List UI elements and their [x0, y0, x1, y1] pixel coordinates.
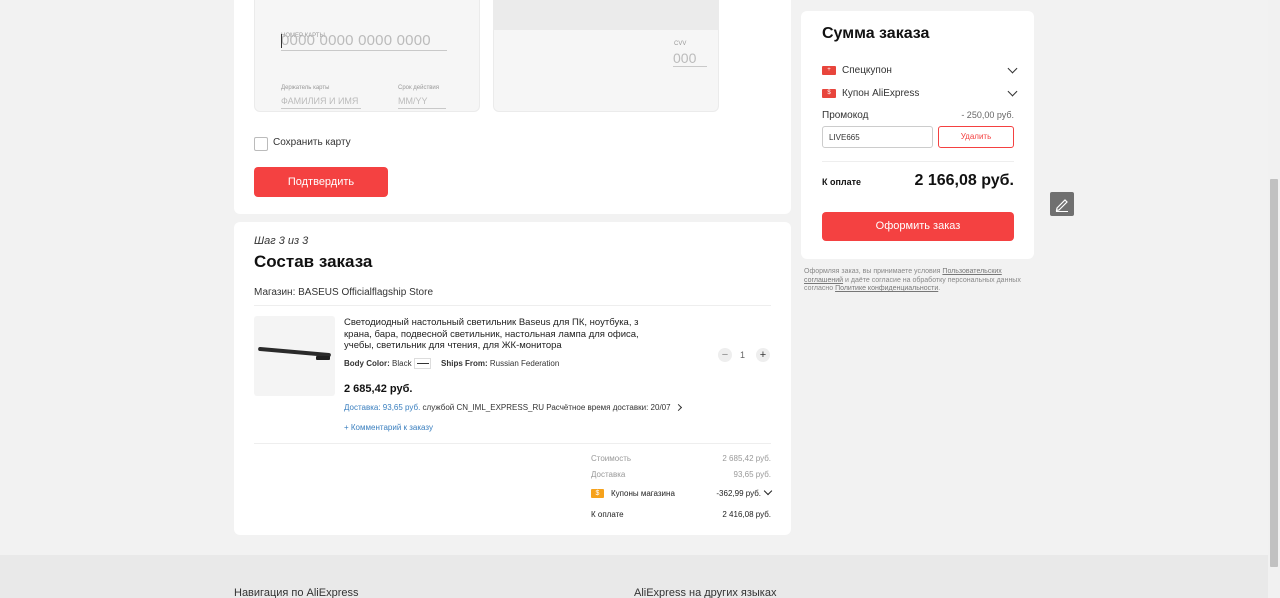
chevron-down-icon[interactable]	[1007, 63, 1018, 74]
summary-title: Сумма заказа	[822, 25, 930, 42]
payment-panel: НОМЕР КАРТЫ 0000 0000 0000 0000 Держател…	[234, 0, 791, 214]
cost-label: Стоимость	[591, 454, 632, 463]
card-holder-label: Держатель карты	[281, 85, 330, 91]
quantity-value: 1	[740, 350, 746, 360]
legal-notice: Оформляя заказ, вы принимаете условия По…	[804, 268, 1036, 294]
store-name[interactable]: Магазин: BASEUS Officialflagship Store	[254, 287, 433, 298]
delivery-time[interactable]: Расчётное время доставки: 20/07	[546, 403, 670, 412]
delivery-service: службой CN_IML_EXPRESS_RU	[422, 403, 545, 412]
order-title: Состав заказа	[254, 252, 373, 271]
delivery-label: Доставка	[591, 470, 626, 479]
place-order-button[interactable]: Оформить заказ	[822, 212, 1014, 241]
card-front: НОМЕР КАРТЫ 0000 0000 0000 0000 Держател…	[254, 0, 480, 112]
card-number-input[interactable]: 0000 0000 0000 0000	[281, 32, 447, 51]
product-image[interactable]	[254, 316, 335, 396]
order-pay-value: 2 416,08 руб.	[722, 510, 771, 519]
add-comment-link[interactable]: + Комментарий к заказу	[344, 423, 433, 432]
quantity-decrease-button[interactable]: −	[718, 348, 732, 362]
delivery-value: 93,65 руб.	[733, 470, 772, 479]
confirm-button[interactable]: Подтвердить	[254, 167, 388, 197]
text-cursor	[281, 34, 282, 48]
footer-lang-title: AliExpress на других языках	[634, 587, 777, 598]
special-coupon-label[interactable]: Спецкупон	[842, 65, 892, 76]
summary-panel: Сумма заказа + Спецкупон $ Купон AliExpr…	[801, 11, 1034, 259]
order-pay-label: К оплате	[591, 510, 624, 519]
cost-value: 2 685,42 руб.	[722, 454, 771, 463]
delivery-link[interactable]: Доставка: 93,65 руб.	[344, 403, 420, 412]
promo-label: Промокод	[822, 110, 869, 121]
store-coupons-value: -362,99 руб.	[716, 489, 761, 498]
total-label: К оплате	[822, 177, 862, 187]
divider	[822, 161, 1014, 162]
footer: Навигация по AliExpress AliExpress на др…	[0, 555, 1268, 598]
color-swatch	[414, 358, 431, 369]
step-indicator: Шаг 3 из 3	[254, 235, 309, 247]
expiry-label: Срок действия	[398, 85, 440, 91]
ships-value: Russian Federation	[489, 359, 560, 368]
chevron-down-icon[interactable]	[1007, 86, 1018, 97]
edit-icon[interactable]	[1050, 192, 1074, 216]
product-color: Body Color: Black	[344, 359, 412, 368]
color-value: Black	[392, 359, 412, 368]
footer-nav-title: Навигация по AliExpress	[234, 587, 359, 598]
divider	[254, 443, 771, 444]
aliexpress-coupon-label[interactable]: Купон AliExpress	[842, 88, 919, 99]
cvv-label: CVV	[674, 41, 687, 47]
store-coupons-label: Купоны магазина	[611, 489, 675, 498]
legal-text: .	[938, 285, 941, 293]
legal-text: Оформляя заказ, вы принимаете условия	[804, 268, 941, 275]
promo-discount: - 250,00 руб.	[961, 110, 1014, 120]
ships-label: Ships From:	[441, 359, 488, 368]
cvv-input[interactable]: 000	[673, 50, 707, 67]
save-card-label[interactable]: Сохранить карту	[273, 137, 351, 148]
special-coupon-icon: +	[822, 66, 836, 75]
privacy-policy-link[interactable]: Политике конфиденциальности	[835, 285, 938, 292]
color-label: Body Color:	[344, 359, 390, 368]
store-coupon-icon: $	[591, 489, 604, 498]
delete-promo-button[interactable]: Удалить	[938, 126, 1014, 148]
card-back: CVV 000	[493, 0, 719, 112]
promo-code-input[interactable]: LIVE665	[822, 126, 933, 148]
card-holder-input[interactable]: ФАМИЛИЯ И ИМЯ	[281, 96, 361, 109]
magnetic-stripe	[494, 0, 718, 30]
chevron-right-icon[interactable]	[674, 403, 682, 412]
coupons-chevron-icon[interactable]	[763, 486, 773, 496]
delivery-info: Доставка: 93,65 руб. службой CN_IML_EXPR…	[344, 403, 682, 412]
product-title[interactable]: Светодиодный настольный светильник Baseu…	[344, 317, 654, 352]
divider	[254, 305, 771, 306]
lamp-head-shape	[316, 356, 330, 360]
aliexpress-coupon-icon: $	[822, 89, 836, 98]
order-panel: Шаг 3 из 3 Состав заказа Магазин: BASEUS…	[234, 222, 791, 535]
product-ships-from: Ships From: Russian Federation	[441, 359, 559, 368]
scrollbar-thumb[interactable]	[1270, 179, 1278, 567]
quantity-increase-button[interactable]: +	[756, 348, 770, 362]
product-price: 2 685,42 руб.	[344, 383, 413, 395]
save-card-checkbox[interactable]	[254, 137, 268, 151]
expiry-input[interactable]: ММ/YY	[398, 96, 446, 109]
total-value: 2 166,08 руб.	[914, 172, 1014, 189]
